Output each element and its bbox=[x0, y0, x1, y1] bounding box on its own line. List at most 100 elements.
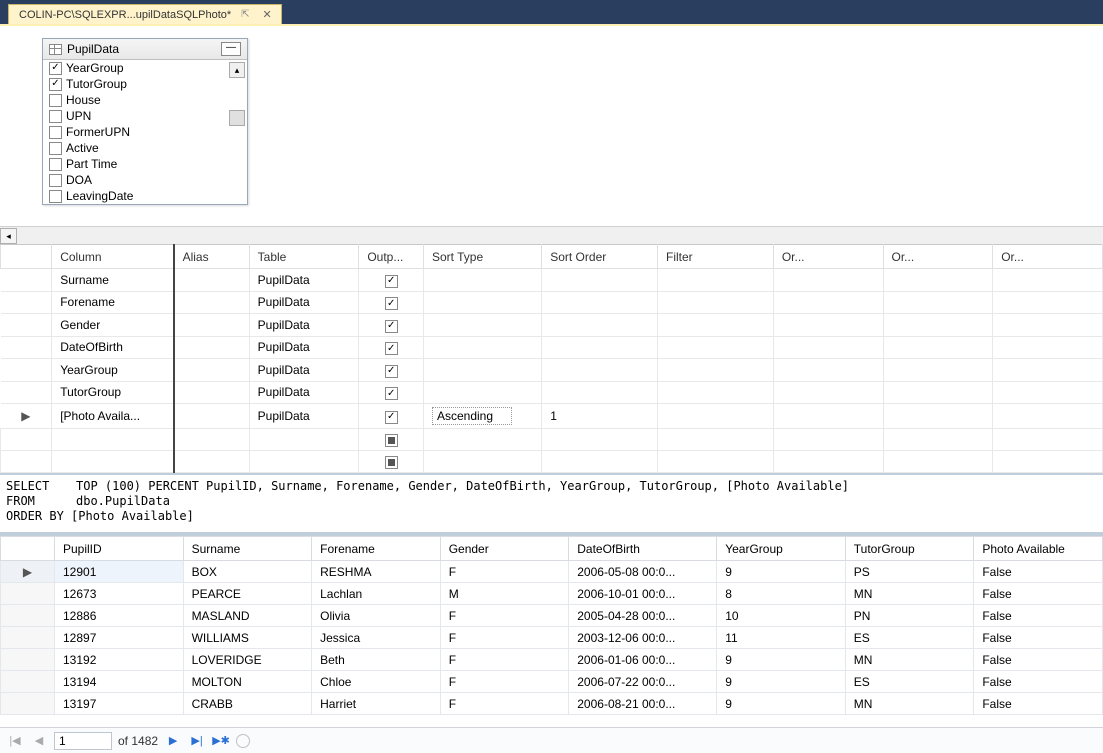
criteria-cell[interactable] bbox=[174, 359, 250, 382]
nav-first-button[interactable]: |◀ bbox=[6, 732, 24, 750]
nav-last-button[interactable]: ▶| bbox=[188, 732, 206, 750]
criteria-cell[interactable] bbox=[174, 269, 250, 292]
results-cell[interactable]: PS bbox=[845, 561, 974, 583]
results-cell[interactable]: 2006-08-21 00:0... bbox=[569, 693, 717, 715]
criteria-header[interactable]: Column bbox=[52, 245, 174, 269]
field-checkbox[interactable] bbox=[49, 190, 62, 203]
criteria-cell[interactable] bbox=[359, 314, 424, 337]
criteria-cell[interactable] bbox=[174, 404, 250, 429]
criteria-cell[interactable] bbox=[174, 429, 250, 451]
criteria-cell[interactable]: PupilData bbox=[249, 269, 359, 292]
results-cell[interactable]: Beth bbox=[312, 649, 441, 671]
nav-next-button[interactable]: ▶ bbox=[164, 732, 182, 750]
results-cell[interactable]: F bbox=[440, 649, 569, 671]
results-cell[interactable]: False bbox=[974, 627, 1103, 649]
results-cell[interactable]: 9 bbox=[717, 561, 846, 583]
criteria-cell[interactable] bbox=[773, 381, 883, 404]
results-cell[interactable] bbox=[1, 649, 55, 671]
results-header[interactable]: PupilID bbox=[55, 537, 184, 561]
output-checkbox[interactable] bbox=[385, 275, 398, 288]
field-checkbox[interactable] bbox=[49, 78, 62, 91]
results-header[interactable]: DateOfBirth bbox=[569, 537, 717, 561]
criteria-cell[interactable] bbox=[359, 359, 424, 382]
results-cell[interactable]: Chloe bbox=[312, 671, 441, 693]
criteria-cell[interactable] bbox=[993, 269, 1103, 292]
criteria-cell[interactable] bbox=[1, 269, 52, 292]
criteria-cell[interactable] bbox=[249, 429, 359, 451]
criteria-header[interactable]: Sort Order bbox=[542, 245, 658, 269]
results-cell[interactable]: 9 bbox=[717, 649, 846, 671]
criteria-cell[interactable] bbox=[359, 291, 424, 314]
criteria-cell[interactable] bbox=[993, 429, 1103, 451]
criteria-cell[interactable] bbox=[658, 269, 774, 292]
criteria-header[interactable]: Table bbox=[249, 245, 359, 269]
criteria-header[interactable]: Or... bbox=[993, 245, 1103, 269]
field-row[interactable]: House bbox=[43, 92, 247, 108]
criteria-cell[interactable]: ▶ bbox=[1, 404, 52, 429]
criteria-cell[interactable] bbox=[658, 429, 774, 451]
criteria-cell[interactable] bbox=[423, 336, 541, 359]
field-checkbox[interactable] bbox=[49, 174, 62, 187]
nav-new-button[interactable]: ▶✱ bbox=[212, 732, 230, 750]
field-row[interactable]: DOA bbox=[43, 172, 247, 188]
criteria-cell[interactable] bbox=[773, 314, 883, 337]
minimize-icon[interactable]: — bbox=[221, 42, 241, 56]
scroll-left-icon[interactable]: ◂ bbox=[0, 228, 17, 244]
criteria-cell[interactable] bbox=[1, 291, 52, 314]
results-cell[interactable]: 11 bbox=[717, 627, 846, 649]
criteria-cell[interactable]: 1 bbox=[542, 404, 658, 429]
criteria-cell[interactable] bbox=[993, 404, 1103, 429]
criteria-cell[interactable] bbox=[773, 359, 883, 382]
criteria-cell[interactable] bbox=[174, 451, 250, 473]
diagram-pane[interactable]: PupilData — ▴ YearGroupTutorGroupHouseUP… bbox=[0, 26, 1103, 226]
output-checkbox[interactable] bbox=[385, 434, 398, 447]
criteria-cell[interactable]: TutorGroup bbox=[52, 381, 174, 404]
results-cell[interactable]: PN bbox=[845, 605, 974, 627]
criteria-cell[interactable] bbox=[359, 404, 424, 429]
scroll-up-icon[interactable]: ▴ bbox=[229, 62, 245, 78]
diagram-h-scroll[interactable]: ◂ bbox=[0, 226, 1103, 244]
results-cell[interactable] bbox=[1, 671, 55, 693]
criteria-cell[interactable] bbox=[423, 429, 541, 451]
field-checkbox[interactable] bbox=[49, 110, 62, 123]
results-cell[interactable]: 2006-10-01 00:0... bbox=[569, 583, 717, 605]
results-cell[interactable]: F bbox=[440, 605, 569, 627]
criteria-cell[interactable] bbox=[883, 404, 993, 429]
field-row[interactable]: LeavingDate bbox=[43, 188, 247, 204]
results-cell[interactable]: False bbox=[974, 649, 1103, 671]
field-list[interactable]: ▴ YearGroupTutorGroupHouseUPNFormerUPNAc… bbox=[43, 60, 247, 204]
results-cell[interactable]: PEARCE bbox=[183, 583, 312, 605]
results-cell[interactable]: 12886 bbox=[55, 605, 184, 627]
criteria-header[interactable]: Alias bbox=[174, 245, 250, 269]
criteria-cell[interactable] bbox=[993, 451, 1103, 473]
results-cell[interactable]: BOX bbox=[183, 561, 312, 583]
criteria-cell[interactable]: PupilData bbox=[249, 404, 359, 429]
criteria-cell[interactable] bbox=[658, 381, 774, 404]
results-cell[interactable]: False bbox=[974, 583, 1103, 605]
criteria-cell[interactable]: Forename bbox=[52, 291, 174, 314]
results-cell[interactable] bbox=[1, 627, 55, 649]
table-diagram-header[interactable]: PupilData — bbox=[43, 39, 247, 60]
criteria-cell[interactable] bbox=[773, 269, 883, 292]
scroll-thumb[interactable] bbox=[229, 110, 245, 126]
results-cell[interactable]: 2006-05-08 00:0... bbox=[569, 561, 717, 583]
results-cell[interactable]: 2006-01-06 00:0... bbox=[569, 649, 717, 671]
results-cell[interactable]: False bbox=[974, 605, 1103, 627]
document-tab[interactable]: COLIN-PC\SQLEXPR...upilDataSQLPhoto* ⇱ ✕ bbox=[8, 4, 282, 24]
criteria-cell[interactable]: YearGroup bbox=[52, 359, 174, 382]
results-cell[interactable]: MN bbox=[845, 693, 974, 715]
criteria-cell[interactable] bbox=[542, 291, 658, 314]
criteria-row-empty[interactable] bbox=[1, 451, 1103, 473]
criteria-cell[interactable] bbox=[993, 381, 1103, 404]
criteria-cell[interactable]: PupilData bbox=[249, 359, 359, 382]
criteria-row-empty[interactable] bbox=[1, 429, 1103, 451]
results-cell[interactable]: ES bbox=[845, 627, 974, 649]
field-checkbox[interactable] bbox=[49, 142, 62, 155]
criteria-cell[interactable] bbox=[174, 291, 250, 314]
results-cell[interactable]: Jessica bbox=[312, 627, 441, 649]
output-checkbox[interactable] bbox=[385, 297, 398, 310]
results-cell[interactable]: F bbox=[440, 561, 569, 583]
criteria-cell[interactable] bbox=[359, 429, 424, 451]
criteria-cell[interactable]: [Photo Availa... bbox=[52, 404, 174, 429]
criteria-cell[interactable] bbox=[423, 451, 541, 473]
